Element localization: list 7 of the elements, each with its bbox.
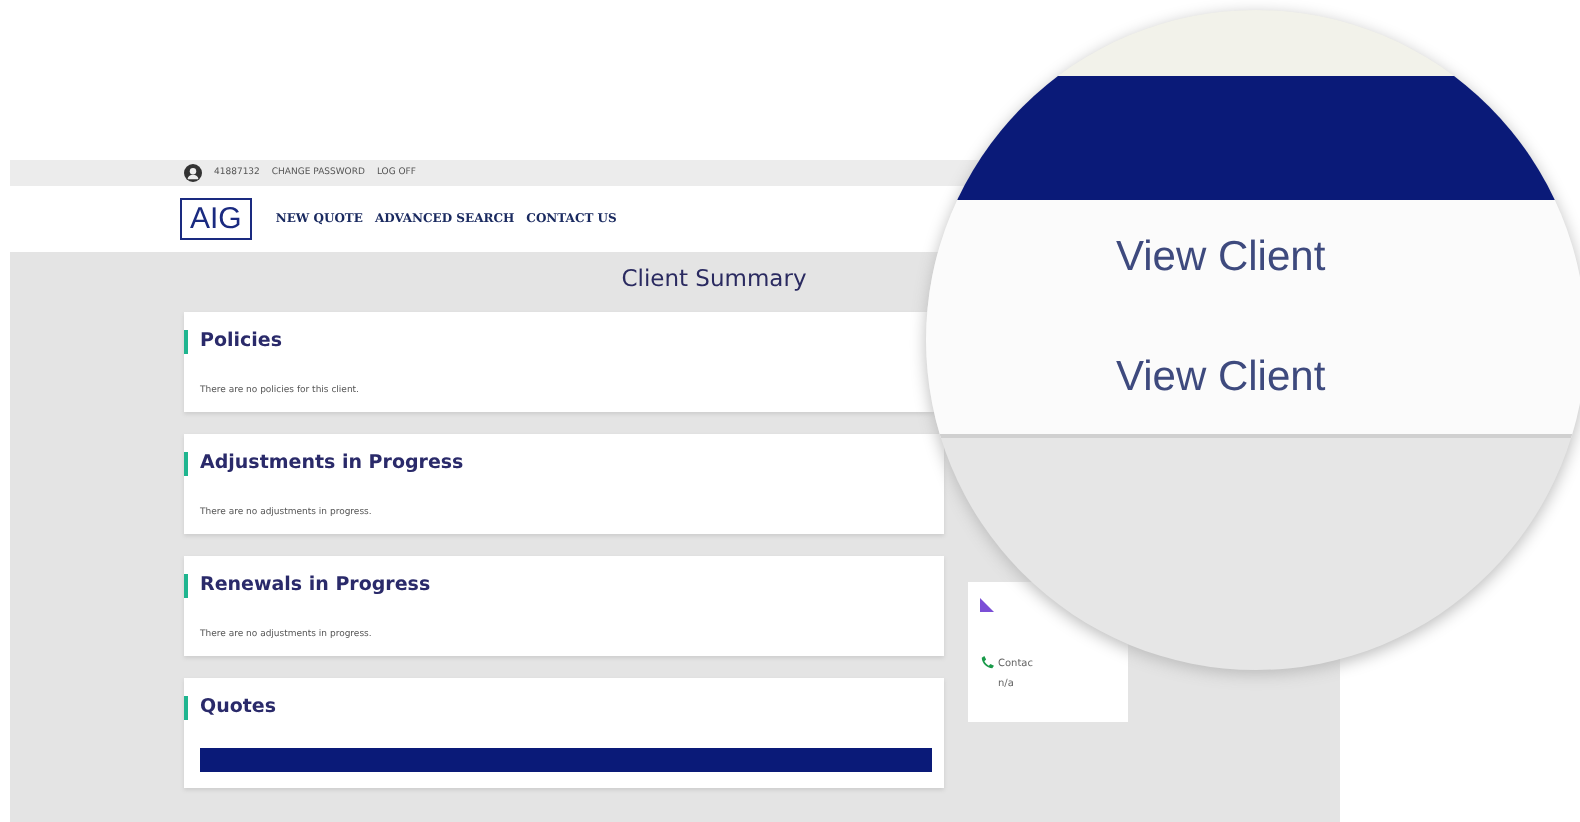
section-title: Quotes bbox=[184, 696, 944, 720]
view-client-link[interactable]: View Client bbox=[1116, 234, 1326, 282]
view-client-link[interactable]: View Client bbox=[1116, 354, 1326, 402]
phone-icon bbox=[980, 656, 994, 670]
logo[interactable]: AIG bbox=[180, 198, 252, 240]
page-title: Client Summary bbox=[619, 262, 809, 292]
triangle-icon bbox=[980, 598, 994, 612]
